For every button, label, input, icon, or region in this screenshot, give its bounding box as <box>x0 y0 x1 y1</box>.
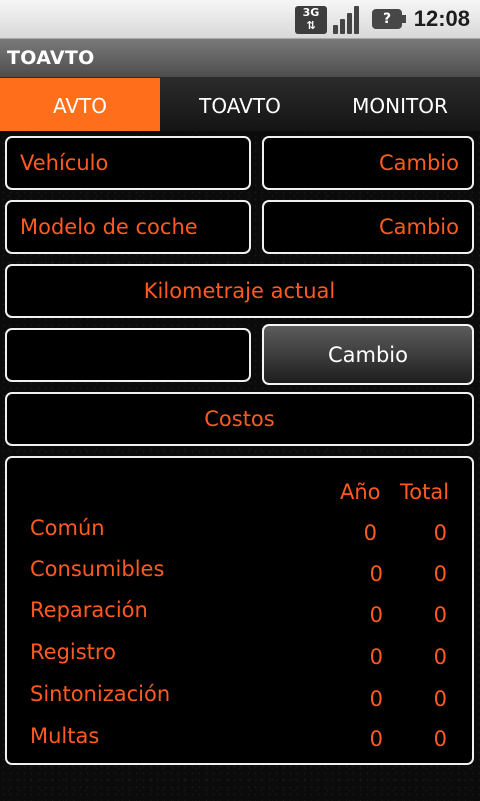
vehicle-label: Vehículo <box>20 151 109 175</box>
cost-row-label: Registro <box>30 640 116 664</box>
costs-table: Año Total Común 0 0 Consumibles 0 0 Repa… <box>5 456 474 765</box>
cost-row-year: 0 <box>363 521 377 545</box>
cost-row-year: 0 <box>369 603 383 627</box>
vehicle-change-button[interactable]: Cambio <box>262 136 474 190</box>
tab-monitor[interactable]: MONITOR <box>320 78 480 131</box>
costs-header: Costos <box>5 392 474 446</box>
mileage-header: Kilometraje actual <box>5 264 474 318</box>
model-label: Modelo de coche <box>20 215 198 239</box>
signal-strength-icon <box>333 4 365 34</box>
cost-row-year: 0 <box>369 727 383 751</box>
tab-bar: AVTO TOAVTO MONITOR <box>0 78 480 131</box>
cost-row-total: 0 <box>433 562 447 586</box>
tab-avto[interactable]: AVTO <box>0 78 160 131</box>
cost-row-label: Común <box>30 516 105 540</box>
cost-row-label: Multas <box>30 724 100 748</box>
cost-row-total: 0 <box>433 687 447 711</box>
col-total-header: Total <box>400 480 450 504</box>
network-3g-icon: 3G ⇅ <box>295 6 327 34</box>
cost-row-total: 0 <box>433 603 447 627</box>
model-change-button[interactable]: Cambio <box>262 200 474 254</box>
mileage-input[interactable] <box>5 328 251 382</box>
model-change-label: Cambio <box>378 215 459 239</box>
status-time: 12:08 <box>413 6 470 31</box>
mileage-change-button[interactable]: Cambio <box>262 324 474 385</box>
vehicle-change-label: Cambio <box>378 151 459 175</box>
model-field[interactable]: Modelo de coche <box>5 200 251 254</box>
cost-row-year: 0 <box>369 562 383 586</box>
cost-row-total: 0 <box>433 521 447 545</box>
status-bar: 3G ⇅ ? 12:08 <box>0 0 480 39</box>
cost-row-year: 0 <box>369 645 383 669</box>
cost-row-total: 0 <box>433 727 447 751</box>
cost-row-label: Reparación <box>30 598 148 622</box>
cost-row-year: 0 <box>369 687 383 711</box>
costs-label: Costos <box>204 407 275 431</box>
cost-row-label: Consumibles <box>30 557 165 581</box>
network-type-label: 3G <box>302 6 320 19</box>
mileage-label: Kilometraje actual <box>143 279 336 303</box>
tab-toavto[interactable]: TOAVTO <box>160 78 320 131</box>
col-year-header: Año <box>340 480 381 504</box>
app-title: TOAVTO <box>7 47 95 69</box>
battery-unknown-icon: ? <box>372 9 406 29</box>
cost-row-label: Sintonización <box>30 682 171 706</box>
cost-row-total: 0 <box>433 645 447 669</box>
app-title-bar: TOAVTO <box>0 39 480 78</box>
vehicle-field[interactable]: Vehículo <box>5 136 251 190</box>
